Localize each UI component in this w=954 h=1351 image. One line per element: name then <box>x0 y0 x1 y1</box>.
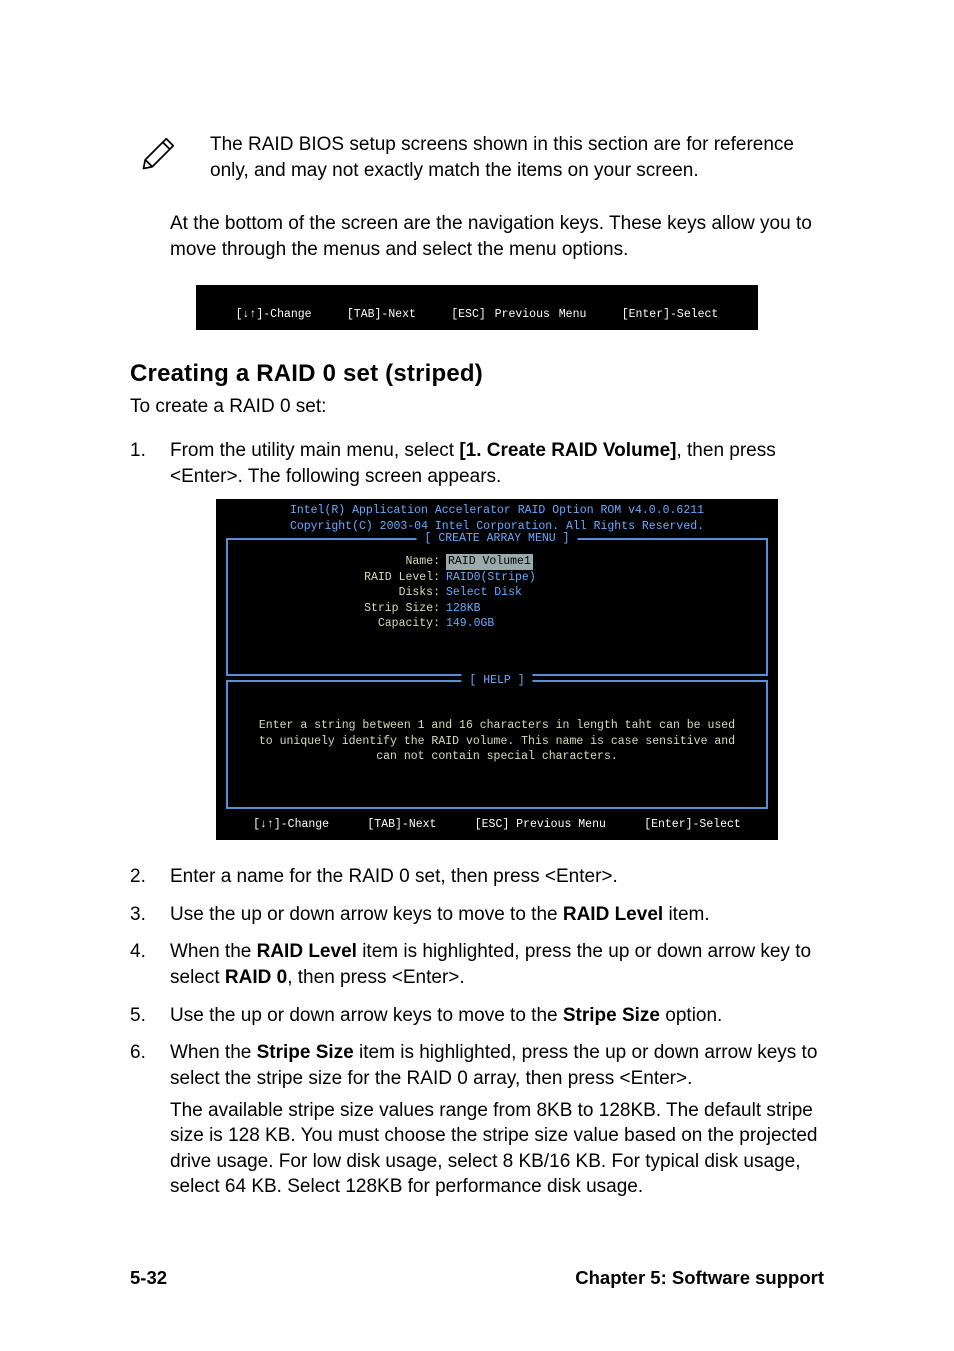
steps-list: 1. From the utility main menu, select [1… <box>130 438 824 1206</box>
step-text: Use the up or down arrow keys to move to… <box>170 1003 824 1029</box>
section-heading: Creating a RAID 0 set (striped) <box>130 358 824 390</box>
step-6: 6. When the Stripe Size item is highligh… <box>130 1040 824 1206</box>
navkey-change: [↓↑]-Change <box>253 817 329 833</box>
bios-navbar-figure: [↓↑]-Change [TAB]-Next [ESC] Previous Me… <box>196 285 758 331</box>
bios-panel-title: CREATE ARRAY MENU <box>425 532 570 545</box>
step-text: When the Stripe Size item is highlighted… <box>170 1040 824 1091</box>
navkey-next: [TAB]-Next <box>367 817 436 833</box>
step-1: 1. From the utility main menu, select [1… <box>130 438 824 858</box>
step-text: Use the up or down arrow keys to move to… <box>170 902 824 928</box>
paragraph-navkeys: At the bottom of the screen are the navi… <box>170 211 824 262</box>
pencil-note-icon <box>140 130 182 172</box>
step-number: 1. <box>130 438 170 858</box>
bios-field-capacity: 149.0GB <box>446 616 494 632</box>
bios-panel-help: HELP Enter a string between 1 and 16 cha… <box>226 680 768 809</box>
step-text: Enter a name for the RAID 0 set, then pr… <box>170 864 824 890</box>
navkey-next: [TAB]-Next <box>347 307 416 323</box>
page-number: 5-32 <box>130 1266 167 1291</box>
navkey-change: [↓↑]-Change <box>236 307 312 323</box>
step-text: From the utility main menu, select [1. C… <box>170 438 824 489</box>
bios-help-title: HELP <box>469 674 524 687</box>
bios-field-disks: Select Disk <box>446 585 522 601</box>
navkey-prev: [ESC] Previous Menu <box>451 307 586 323</box>
note-callout: The RAID BIOS setup screens shown in thi… <box>130 130 824 183</box>
bios-field-stripsize: 128KB <box>446 601 481 617</box>
navkey-select: [Enter]-Select <box>644 817 741 833</box>
step-text: When the RAID Level item is highlighted,… <box>170 939 824 990</box>
bios-footer: [↓↑]-Change [TAB]-Next [ESC] Previous Me… <box>216 813 778 839</box>
bios-field-raidlevel: RAID0(Stripe) <box>446 570 536 586</box>
step-number: 4. <box>130 939 170 996</box>
bios-screenshot: Intel(R) Application Accelerator RAID Op… <box>216 499 778 840</box>
step-number: 6. <box>130 1040 170 1206</box>
step-number: 5. <box>130 1003 170 1035</box>
step-3: 3. Use the up or down arrow keys to move… <box>130 902 824 934</box>
step-number: 3. <box>130 902 170 934</box>
step-5: 5. Use the up or down arrow keys to move… <box>130 1003 824 1035</box>
navkey-select: [Enter]-Select <box>622 307 719 323</box>
page-footer: 5-32 Chapter 5: Software support <box>130 1266 824 1331</box>
section-subtext: To create a RAID 0 set: <box>130 394 824 420</box>
bios-panel-create: CREATE ARRAY MENU Name:RAID Volume1 RAID… <box>226 538 768 676</box>
step-number: 2. <box>130 864 170 896</box>
chapter-title: Chapter 5: Software support <box>575 1266 824 1291</box>
bios-help-text: Enter a string between 1 and 16 characte… <box>236 688 758 775</box>
note-text: The RAID BIOS setup screens shown in thi… <box>210 130 824 183</box>
step-4: 4. When the RAID Level item is highlight… <box>130 939 824 996</box>
bios-title-1: Intel(R) Application Accelerator RAID Op… <box>216 503 778 519</box>
step-2: 2. Enter a name for the RAID 0 set, then… <box>130 864 824 896</box>
bios-field-name: RAID Volume1 <box>446 554 533 570</box>
step-paragraph: The available stripe size values range f… <box>170 1098 824 1201</box>
navkey-prev: [ESC] Previous Menu <box>475 817 606 833</box>
